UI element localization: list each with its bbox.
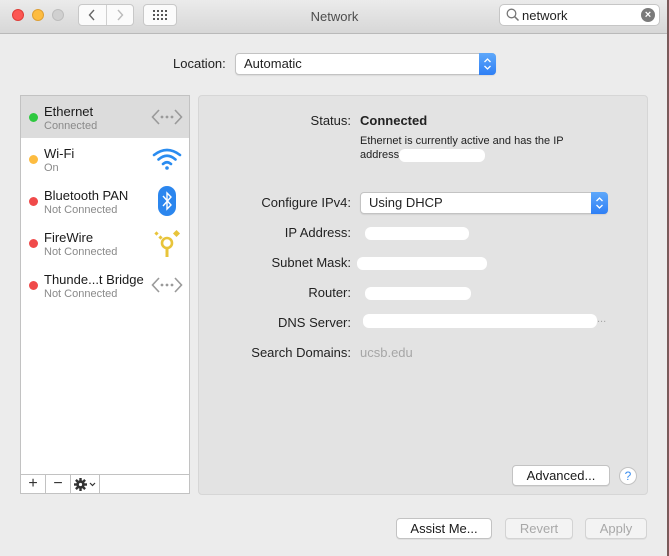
status-dot [29,239,38,248]
status-dot [29,281,38,290]
status-dot [29,197,38,206]
minimize-window-button[interactable] [32,9,44,21]
popup-arrows-icon [479,53,496,75]
bluetooth-icon [151,186,183,216]
chevron-right-icon [117,9,124,21]
configure-ipv4-select[interactable]: Using DHCP [360,192,608,214]
status-dot [29,155,38,164]
grid-icon [153,10,167,20]
ethernet-icon [151,102,183,132]
wifi-icon [151,144,183,174]
popup-arrows-icon [591,192,608,214]
revert-button[interactable]: Revert [505,518,573,539]
redacted-ip [399,149,485,162]
zoom-window-button[interactable] [52,9,64,21]
dns-ellipsis: ... [597,313,607,325]
chevron-down-icon [89,482,96,486]
service-list-toolbar: + − [20,474,190,494]
ip-address-value [365,227,469,240]
advanced-button[interactable]: Advanced... [512,465,610,486]
service-name: Thunde...t Bridge [44,272,144,287]
show-all-button[interactable] [143,4,177,26]
service-status: On [44,162,59,174]
search-field[interactable]: × [499,4,660,26]
remove-service-button[interactable]: − [46,475,71,493]
service-status: Connected [44,120,98,132]
help-button[interactable]: ? [619,467,637,485]
clear-search-icon[interactable]: × [641,8,655,22]
service-item-ethernet[interactable]: Ethernet Connected [21,96,189,138]
service-list: Ethernet Connected Wi-Fi On Bluetooth PA… [20,95,190,475]
title-bar: Network × [0,0,669,34]
gear-icon [74,477,87,491]
configure-ipv4-value: Using DHCP [369,195,443,210]
apply-button[interactable]: Apply [585,518,647,539]
service-item-wifi[interactable]: Wi-Fi On [21,138,189,180]
ip-address-label: IP Address: [284,225,351,240]
service-name: Wi-Fi [44,146,75,161]
service-name: FireWire [44,230,94,245]
dns-server-label: DNS Server: [278,315,351,330]
chevron-left-icon [88,9,95,21]
search-domains-value: ucsb.edu [360,345,413,360]
service-item-bluetooth-pan[interactable]: Bluetooth PAN Not Connected [21,180,189,222]
action-menu-button[interactable] [71,475,100,493]
status-dot [29,113,38,122]
service-item-firewire[interactable]: FireWire Not Connected [21,222,189,264]
firewire-icon [151,228,183,258]
add-service-button[interactable]: + [21,475,46,493]
location-value: Automatic [244,56,302,71]
plus-icon: + [28,475,38,492]
search-icon [506,8,520,22]
thunderbolt-bridge-icon [151,270,183,300]
status-label: Status: [310,113,351,128]
router-label: Router: [308,285,351,300]
dns-server-value [363,314,597,328]
subnet-mask-value [357,257,487,270]
nav-button-group [78,4,134,26]
service-name: Bluetooth PAN [44,188,129,203]
service-status: Not Connected [44,288,118,300]
subnet-mask-label: Subnet Mask: [271,255,352,270]
location-select[interactable]: Automatic [235,53,496,75]
status-value: Connected [360,113,428,128]
close-window-button[interactable] [12,9,24,21]
service-status: Not Connected [44,246,118,258]
service-detail-panel: Status: Connected Ethernet is currently … [198,95,648,495]
service-name: Ethernet [44,104,94,119]
service-status: Not Connected [44,204,118,216]
router-value [365,287,471,300]
service-item-thunderbolt-bridge[interactable]: Thunde...t Bridge Not Connected [21,264,189,306]
assist-me-button[interactable]: Assist Me... [396,518,492,539]
search-input[interactable] [522,7,637,23]
minus-icon: − [53,475,63,492]
back-button[interactable] [79,5,106,25]
location-label: Location: [173,56,226,71]
search-domains-label: Search Domains: [251,345,351,360]
forward-button[interactable] [105,5,134,25]
configure-ipv4-label: Configure IPv4: [261,195,351,210]
